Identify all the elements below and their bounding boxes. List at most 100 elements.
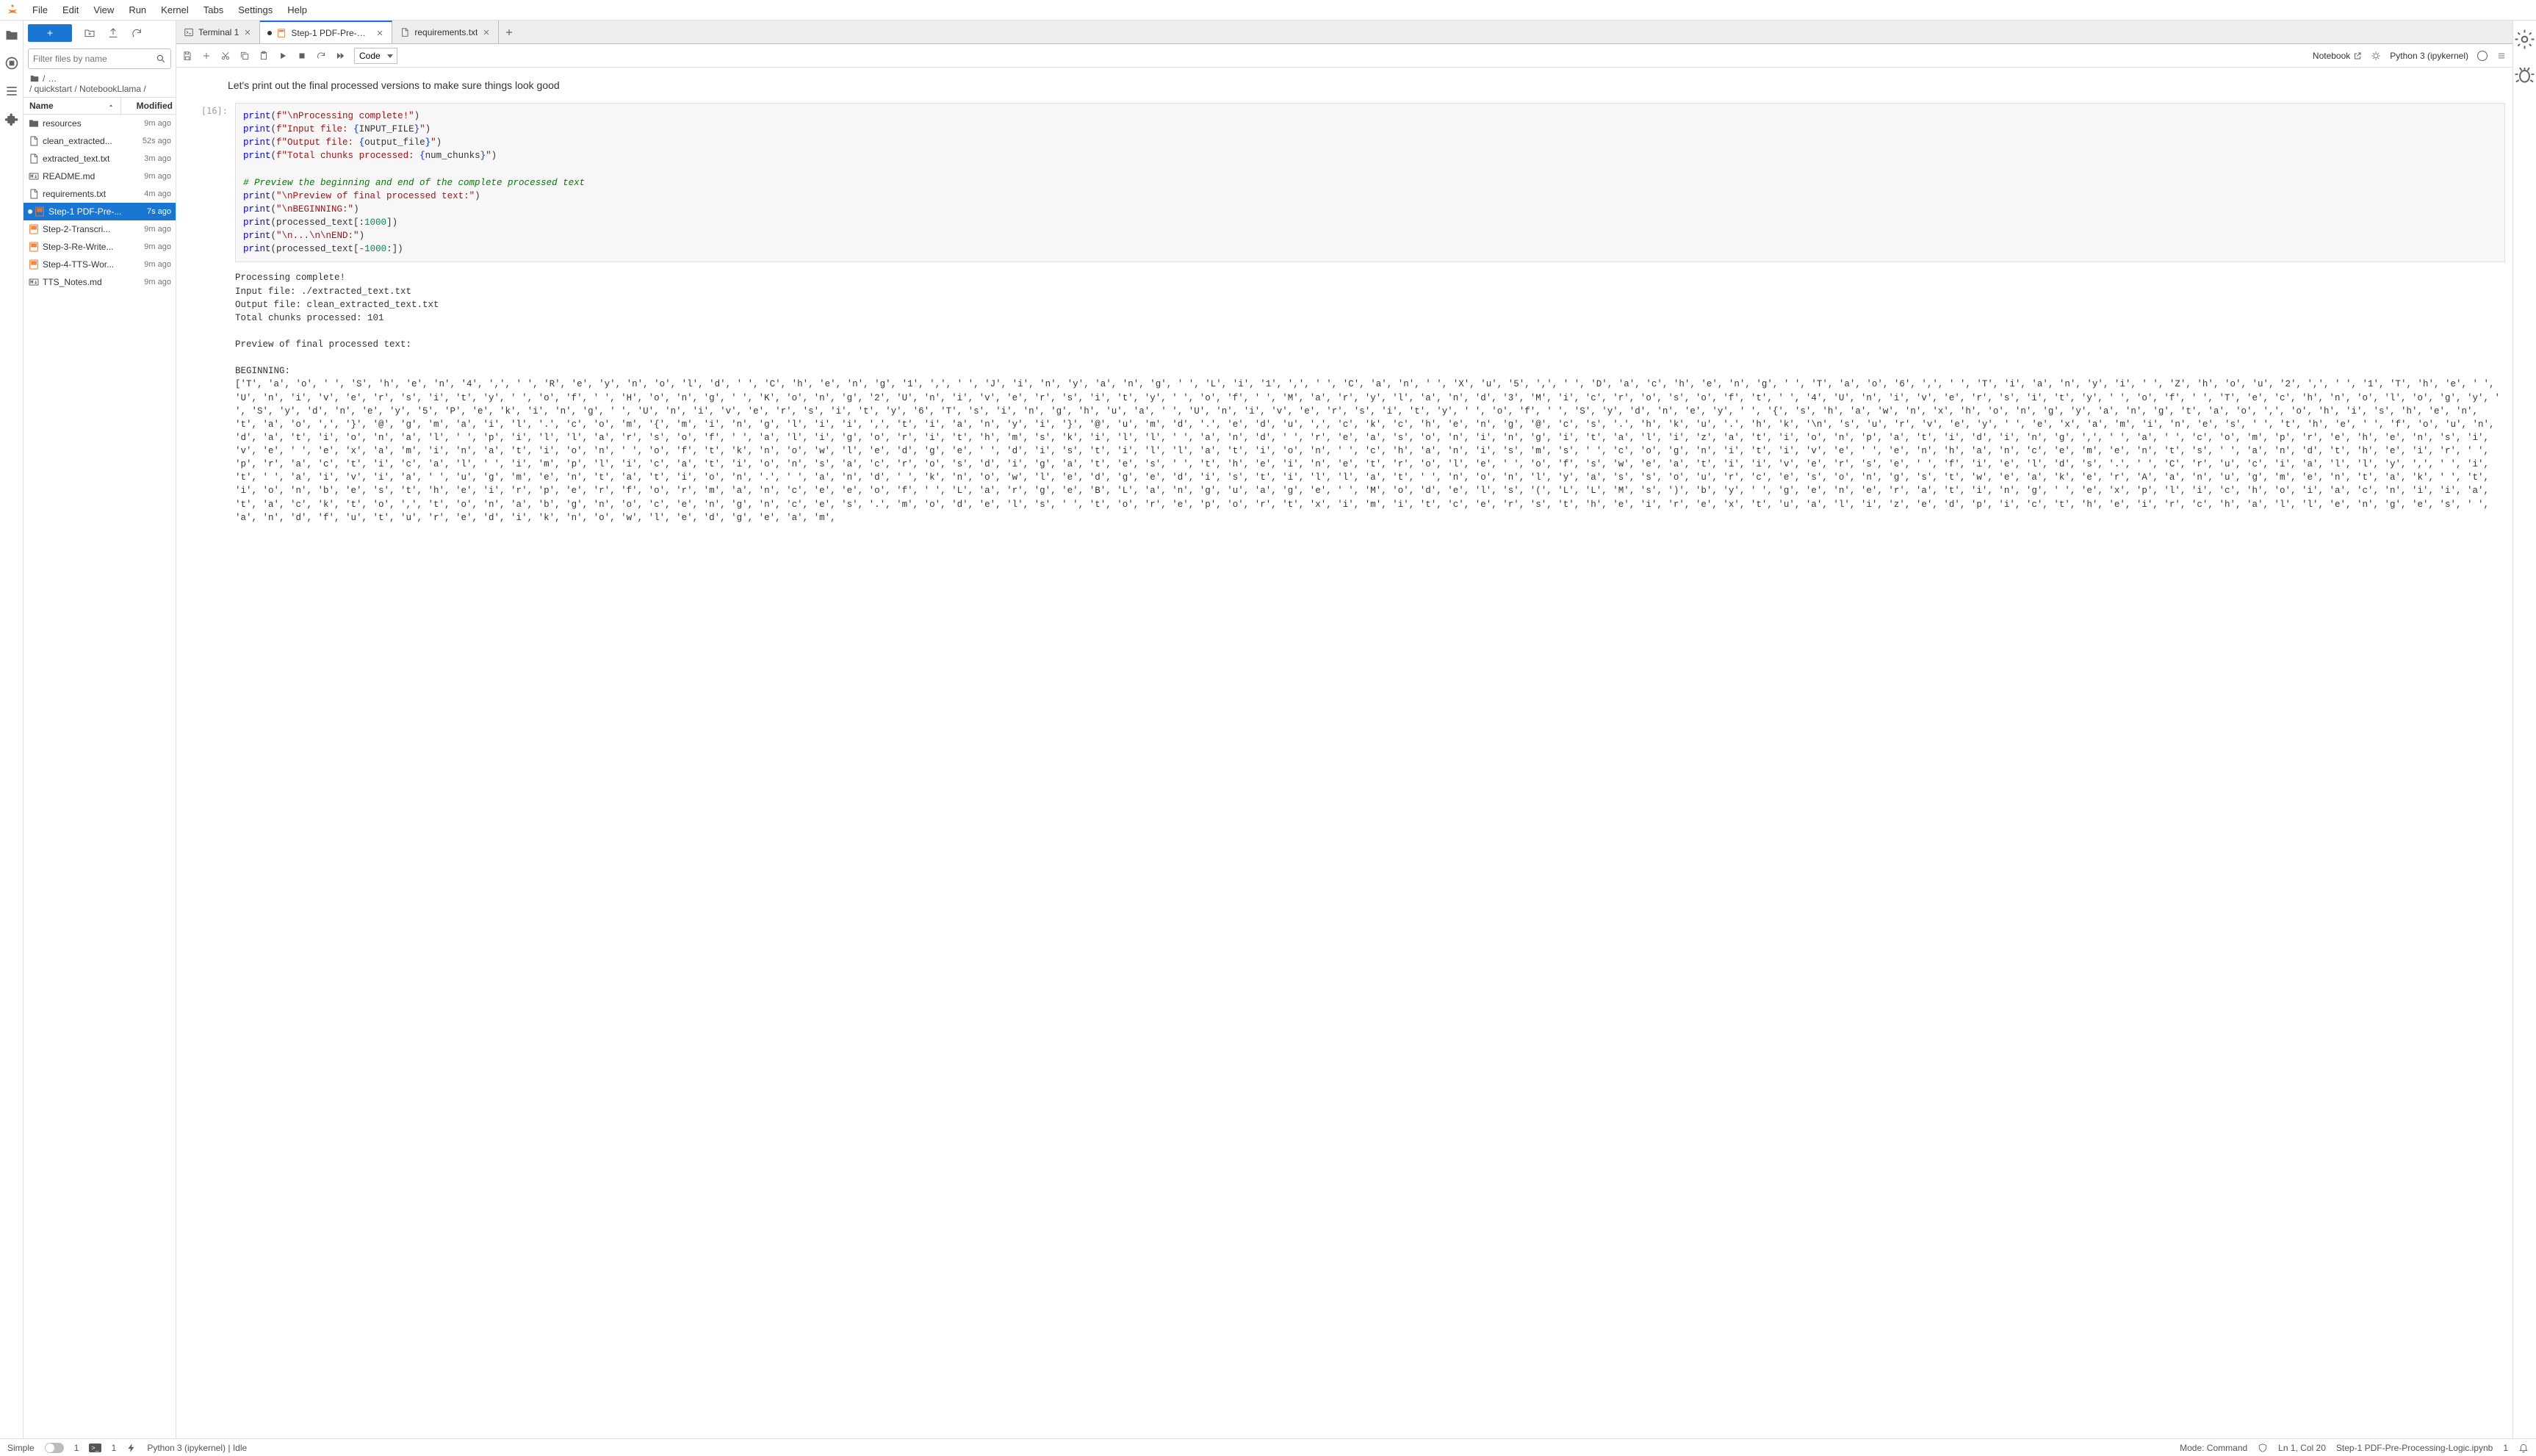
file-name: Step-2-Transcri... [43, 224, 130, 234]
menu-edit[interactable]: Edit [57, 1, 84, 18]
toc-icon[interactable] [4, 84, 19, 98]
menu-kernel[interactable]: Kernel [155, 1, 195, 18]
file-browser: / … / quickstart / NotebookLlama / Name … [24, 21, 176, 1438]
status-tab-count[interactable]: 1 [74, 1443, 79, 1453]
running-icon[interactable]: <} /> [4, 56, 19, 71]
file-modified: 9m ago [130, 119, 171, 128]
menu-tabs[interactable]: Tabs [198, 1, 229, 18]
right-activity-bar [2512, 21, 2536, 1438]
tab-label: requirements.txt [414, 27, 478, 37]
restart-icon[interactable] [316, 51, 326, 61]
file-row[interactable]: resources9m ago [24, 115, 176, 132]
filter-input[interactable] [33, 54, 156, 64]
close-icon[interactable] [375, 29, 384, 37]
terminal-badge-icon[interactable]: >_ [89, 1444, 101, 1452]
more-icon[interactable] [2496, 51, 2507, 61]
cell-type-select[interactable]: Code [354, 48, 397, 64]
search-icon [156, 54, 166, 64]
cut-icon[interactable] [220, 51, 231, 61]
breadcrumb-dots[interactable]: … [48, 73, 57, 84]
file-modified: 9m ago [130, 172, 171, 181]
open-external-link[interactable]: Notebook [2313, 51, 2362, 61]
refresh-icon[interactable] [131, 27, 143, 39]
jupyter-logo-icon [6, 4, 19, 17]
file-name: Step-4-TTS-Wor... [43, 259, 130, 270]
file-row[interactable]: Step-2-Transcri...9m ago [24, 220, 176, 238]
file-name: TTS_Notes.md [43, 277, 130, 287]
file-row[interactable]: clean_extracted...52s ago [24, 132, 176, 150]
file-modified: 52s ago [130, 137, 171, 145]
filter-input-wrap [28, 48, 171, 69]
breadcrumb-path[interactable]: / quickstart / NotebookLlama / [24, 84, 176, 97]
simple-toggle[interactable] [45, 1443, 64, 1453]
stop-icon[interactable] [297, 51, 307, 61]
file-row[interactable]: README.md9m ago [24, 167, 176, 185]
status-right-count[interactable]: 1 [2503, 1443, 2508, 1453]
dirty-indicator [267, 31, 272, 35]
file-row[interactable]: Step-3-Re-Write...9m ago [24, 238, 176, 256]
notebook-body: Let's print out the final processed vers… [176, 68, 2512, 1438]
status-bar: Simple 1 >_ 1 Python 3 (ipykernel) | Idl… [0, 1438, 2536, 1456]
status-cursor[interactable]: Ln 1, Col 20 [2278, 1443, 2326, 1453]
run-all-icon[interactable] [335, 51, 345, 61]
menu-help[interactable]: Help [281, 1, 313, 18]
file-row[interactable]: extracted_text.txt3m ago [24, 150, 176, 167]
copy-icon[interactable] [239, 51, 250, 61]
new-launcher-button[interactable] [28, 24, 72, 42]
file-row[interactable]: Step-1 PDF-Pre-...7s ago [24, 203, 176, 220]
cell-type-select-wrap: Code [354, 48, 397, 64]
new-folder-icon[interactable] [84, 27, 96, 39]
file-modified: 3m ago [130, 154, 171, 163]
status-file[interactable]: Step-1 PDF-Pre-Processing-Logic.ipynb [2336, 1443, 2493, 1453]
file-name: Step-3-Re-Write... [43, 242, 130, 252]
code-cell[interactable]: print(f"\nProcessing complete!") print(f… [235, 103, 2505, 262]
paste-icon[interactable] [259, 51, 269, 61]
menu-run[interactable]: Run [123, 1, 152, 18]
insert-cell-icon[interactable] [201, 51, 212, 61]
close-icon[interactable] [482, 28, 491, 37]
shield-icon[interactable] [2258, 1443, 2268, 1453]
status-simple[interactable]: Simple [7, 1443, 35, 1453]
file-row[interactable]: Step-4-TTS-Wor...9m ago [24, 256, 176, 273]
file-list: resources9m agoclean_extracted...52s ago… [24, 115, 176, 1438]
menu-bar: File Edit View Run Kernel Tabs Settings … [0, 0, 2536, 21]
debugger-icon[interactable] [2371, 51, 2381, 61]
folder-icon[interactable] [29, 73, 40, 84]
col-header-name[interactable]: Name [24, 98, 121, 114]
lightning-icon[interactable] [126, 1443, 137, 1453]
file-browser-toolbar [24, 21, 176, 46]
breadcrumb-root[interactable]: / [43, 73, 45, 84]
kernel-indicator[interactable] [2477, 51, 2488, 61]
property-inspector-icon[interactable] [2513, 28, 2536, 51]
file-row[interactable]: requirements.txt4m ago [24, 185, 176, 203]
external-link-icon [2353, 51, 2362, 60]
menu-view[interactable]: View [87, 1, 120, 18]
file-modified: 9m ago [130, 242, 171, 251]
markdown-cell[interactable]: Let's print out the final processed vers… [228, 76, 2512, 103]
run-icon[interactable] [278, 51, 288, 61]
status-kernel[interactable]: Python 3 (ipykernel) | Idle [147, 1443, 247, 1453]
output-cell: Processing complete! Input file: ./extra… [228, 262, 2512, 530]
col-header-modified[interactable]: Modified [121, 98, 176, 114]
file-row[interactable]: TTS_Notes.md9m ago [24, 273, 176, 291]
debugger-panel-icon[interactable] [2513, 64, 2536, 87]
folder-icon[interactable] [4, 28, 19, 43]
close-icon[interactable] [243, 28, 252, 37]
kernel-name[interactable]: Python 3 (ipykernel) [2390, 51, 2468, 61]
bell-icon[interactable] [2518, 1443, 2529, 1453]
menu-file[interactable]: File [26, 1, 54, 18]
file-list-header: Name Modified [24, 97, 176, 115]
status-mode[interactable]: Mode: Command [2180, 1443, 2247, 1453]
save-icon[interactable] [182, 51, 192, 61]
extensions-icon[interactable] [4, 112, 19, 126]
add-tab-button[interactable] [499, 21, 519, 43]
tab[interactable]: requirements.txt [392, 21, 499, 43]
upload-icon[interactable] [107, 27, 119, 39]
tab[interactable]: Terminal 1 [176, 21, 260, 43]
tab[interactable]: Step-1 PDF-Pre-Processing [260, 21, 392, 43]
status-term-count[interactable]: 1 [112, 1443, 117, 1453]
code-cell-wrap: [16]: print(f"\nProcessing complete!") p… [176, 103, 2512, 262]
file-modified: 7s ago [130, 207, 171, 216]
menu-settings[interactable]: Settings [232, 1, 278, 18]
file-modified: 9m ago [130, 260, 171, 269]
